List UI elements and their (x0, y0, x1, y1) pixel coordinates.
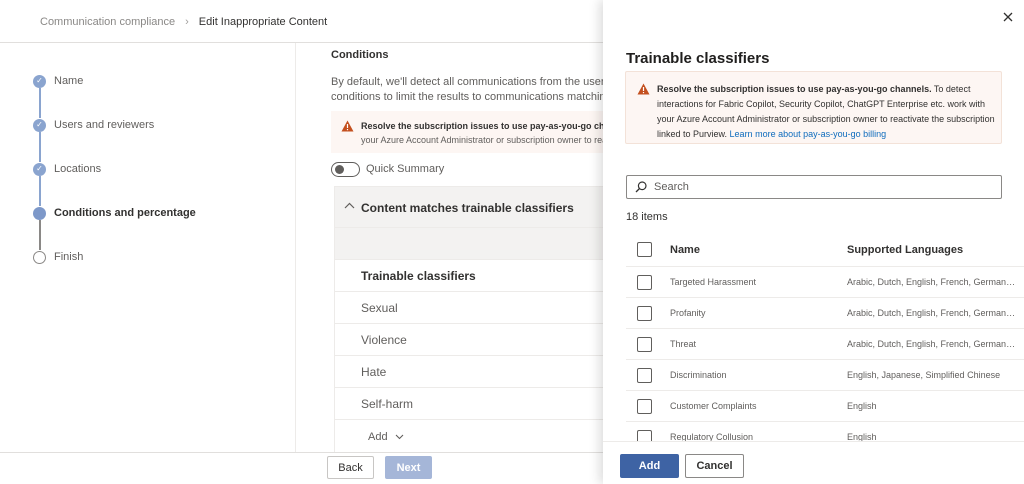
table-row[interactable]: Profanity Arabic, Dutch, English, French… (626, 298, 1024, 329)
warning-title: Resolve the subscription issues to use p… (361, 121, 603, 131)
section-heading: Conditions (331, 49, 389, 61)
condition-spacer (335, 227, 603, 259)
row-checkbox[interactable] (637, 368, 652, 383)
table-row[interactable]: Targeted Harassment Arabic, Dutch, Engli… (626, 267, 1024, 298)
column-header-languages[interactable]: Supported Languages (847, 244, 963, 256)
classifier-table: Targeted Harassment Arabic, Dutch, Engli… (626, 267, 1024, 441)
warning-banner: Resolve the subscription issues to use p… (331, 111, 603, 153)
condition-card: Content matches trainable classifiers Tr… (334, 186, 603, 453)
table-row[interactable]: Customer Complaints English (626, 391, 1024, 422)
breadcrumb-current: Edit Inappropriate Content (198, 16, 328, 28)
chevron-up-icon (344, 201, 355, 212)
row-languages: English (847, 401, 877, 411)
row-languages: English, Japanese, Simplified Chinese (847, 370, 1001, 380)
warning-icon (637, 83, 650, 95)
row-checkbox[interactable] (637, 399, 652, 414)
step-users-and-reviewers[interactable]: ✓ Users and reviewers (33, 116, 283, 134)
search-icon (635, 181, 647, 193)
panel-footer-divider (603, 441, 1024, 442)
row-name: Targeted Harassment (670, 277, 757, 287)
quick-summary-toggle[interactable] (331, 162, 360, 177)
classifier-item: Self-harm (335, 387, 603, 419)
step-connector (39, 132, 41, 162)
search-input[interactable]: Search (626, 175, 1002, 199)
step-locations[interactable]: ✓ Locations (33, 160, 283, 178)
checkmark-icon: ✓ (33, 162, 46, 176)
row-checkbox[interactable] (637, 430, 652, 441)
search-placeholder: Search (654, 181, 689, 193)
condition-header[interactable]: Content matches trainable classifiers (335, 187, 603, 227)
row-name: Discrimination (670, 370, 727, 380)
add-label: Add (368, 431, 388, 443)
step-name[interactable]: ✓ Name (33, 72, 283, 90)
checkmark-icon: ✓ (33, 74, 46, 88)
conditions-section: Conditions By default, we'll detect all … (331, 43, 603, 453)
breadcrumb-parent-link[interactable]: Communication compliance (40, 16, 175, 28)
classifier-item: Violence (335, 323, 603, 355)
table-header: Name Supported Languages (626, 233, 1024, 267)
item-count: 18 items (626, 211, 668, 223)
quick-summary-label: Quick Summary (366, 163, 445, 175)
subscription-warning-banner: Resolve the subscription issues to use p… (625, 71, 1002, 144)
classifier-item: Hate (335, 355, 603, 387)
back-button[interactable]: Back (327, 456, 374, 479)
chevron-down-icon (395, 431, 404, 443)
section-description: By default, we'll detect all communicati… (331, 75, 603, 105)
step-connector (39, 220, 41, 250)
row-checkbox[interactable] (637, 306, 652, 321)
step-label: Finish (54, 251, 84, 263)
step-finish[interactable]: Finish (33, 248, 283, 266)
description-line: By default, we'll detect all communicati… (331, 76, 603, 88)
table-row[interactable]: Discrimination English, Japanese, Simpli… (626, 360, 1024, 391)
step-label: Name (54, 75, 84, 87)
row-name: Regulatory Collusion (670, 432, 754, 441)
step-connector (39, 88, 41, 118)
billing-learn-more-link[interactable]: Learn more about pay-as-you-go billing (730, 129, 887, 139)
add-button[interactable]: Add (620, 454, 679, 478)
checkmark-icon: ✓ (33, 118, 46, 132)
cancel-button[interactable]: Cancel (685, 454, 744, 478)
warning-icon (341, 120, 354, 132)
panel-title: Trainable classifiers (626, 50, 770, 67)
row-checkbox[interactable] (637, 275, 652, 290)
row-name: Profanity (670, 308, 706, 318)
row-name: Threat (670, 339, 697, 349)
step-label: Conditions and percentage (54, 207, 196, 219)
step-connector (39, 176, 41, 206)
step-conditions-and-percentage[interactable]: Conditions and percentage (33, 204, 283, 222)
current-step-indicator (33, 206, 46, 220)
condition-title: Content matches trainable classifiers (361, 201, 574, 215)
sidebar-divider (295, 43, 296, 453)
trainable-classifiers-panel: Trainable classifiers Resolve the subscr… (603, 0, 1024, 484)
breadcrumb: Communication compliance › Edit Inapprop… (40, 14, 327, 30)
next-button[interactable]: Next (385, 456, 432, 479)
close-icon[interactable] (1001, 10, 1015, 24)
add-classifier-button[interactable]: Add (368, 431, 404, 443)
toggle-knob (335, 165, 344, 174)
step-label: Locations (54, 163, 102, 175)
warning-message: Resolve the subscription issues to use p… (657, 82, 997, 142)
description-line: conditions to limit the results to commu… (331, 91, 603, 103)
table-row[interactable]: Regulatory Collusion English (626, 422, 1024, 441)
row-languages: English (847, 432, 877, 441)
classifier-list-header: Trainable classifiers (335, 259, 603, 291)
row-languages: Arabic, Dutch, English, French, German, … (847, 339, 1017, 349)
table-row[interactable]: Threat Arabic, Dutch, English, French, G… (626, 329, 1024, 360)
column-header-name[interactable]: Name (670, 244, 700, 256)
classifier-item: Sexual (335, 291, 603, 323)
row-checkbox[interactable] (637, 337, 652, 352)
row-languages: Arabic, Dutch, English, French, German, … (847, 308, 1017, 318)
warning-text: your Azure Account Administrator or subs… (361, 135, 603, 145)
row-languages: Arabic, Dutch, English, French, German, … (847, 277, 1017, 287)
row-name: Customer Complaints (670, 401, 757, 411)
step-label: Users and reviewers (54, 119, 155, 131)
pending-step-indicator (33, 250, 46, 264)
warning-title: Resolve the subscription issues to use p… (657, 84, 932, 94)
select-all-checkbox[interactable] (637, 242, 652, 257)
chevron-right-icon: › (185, 16, 189, 28)
